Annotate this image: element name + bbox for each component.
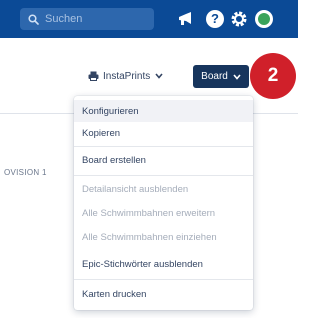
menu-separator [74,175,253,176]
menu-separator [74,146,253,147]
notifications-button[interactable] [176,9,196,29]
menu-item-create-board[interactable]: Board erstellen [74,149,253,171]
chevron-down-icon [233,73,241,80]
menu-item-configure[interactable]: Konfigurieren [74,100,253,122]
menu-item-copy[interactable]: Kopieren [74,122,253,144]
board-menu-button[interactable]: Board [193,65,249,88]
instaprints-button[interactable]: InstaPrints [88,66,163,86]
menu-item-print-cards[interactable]: Karten drucken [74,283,253,305]
help-icon: ? [206,10,224,28]
search-placeholder: Suchen [45,13,83,25]
avatar [255,10,273,28]
instaprints-label: InstaPrints [103,70,151,82]
search-icon [28,13,39,25]
menu-item-collapse-all-swimlanes: Alle Schwimmbahnen einziehen [82,231,217,243]
callout-number-badge: 2 [250,53,296,99]
chevron-down-icon [155,73,163,79]
avatar-image [258,13,270,25]
settings-icon [231,11,247,27]
search-box[interactable]: Suchen [20,8,154,30]
menu-item-hide-epic-labels[interactable]: Epic-Stichwörter ausblenden [74,253,253,275]
menu-separator [74,279,253,280]
top-navigation-bar: Suchen ? [0,0,298,38]
profile-button[interactable] [254,9,274,29]
settings-button[interactable] [229,9,249,29]
board-dropdown-menu: Konfigurieren Kopieren Board erstellen D… [74,96,253,310]
menu-item-expand-all-swimlanes: Alle Schwimmbahnen erweitern [82,207,216,219]
printer-icon [88,71,99,81]
column-header-label: OVISION 1 [4,168,47,177]
board-button-label: Board [201,71,228,82]
megaphone-icon [179,12,191,25]
help-button[interactable]: ? [205,9,225,29]
menu-item-hide-detail-view: Detailansicht ausblenden [82,183,189,195]
